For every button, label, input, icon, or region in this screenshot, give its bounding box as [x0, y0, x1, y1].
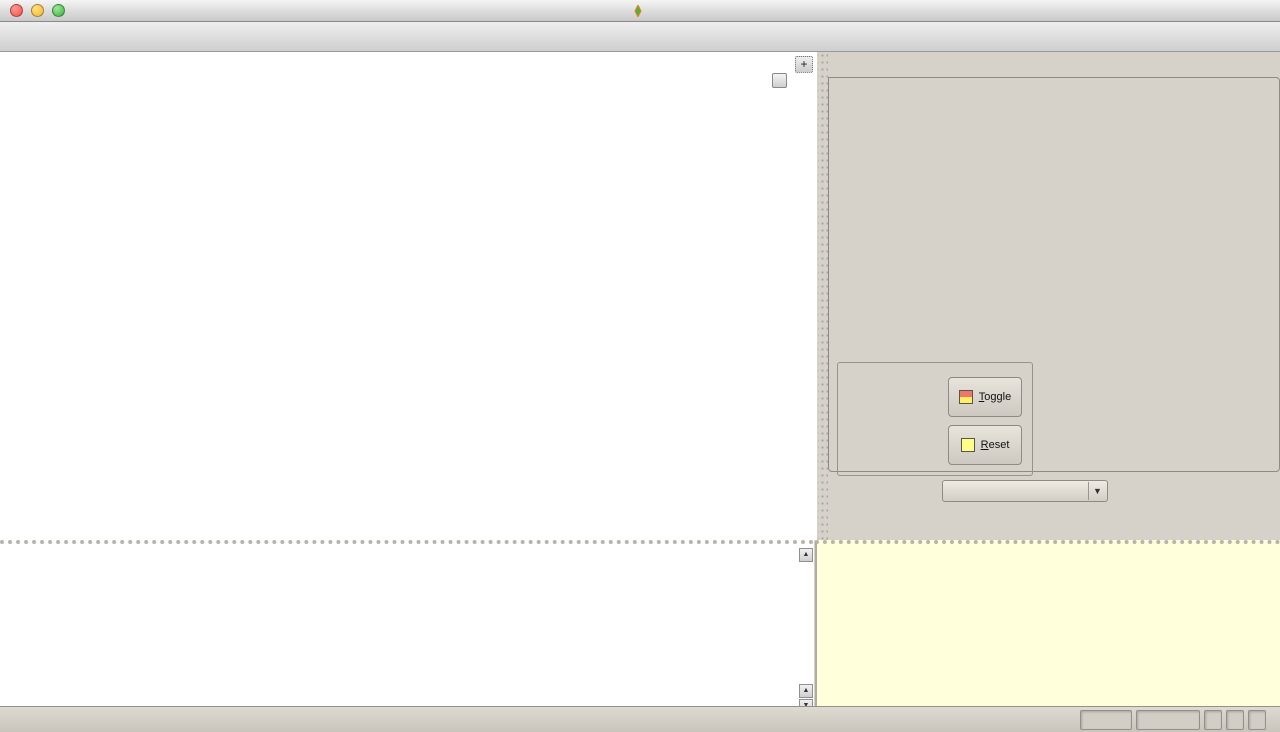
diffraction-plot-panel[interactable]: +	[0, 52, 817, 540]
reset-selection-button[interactable]: Reset	[948, 425, 1022, 465]
title-bar[interactable]	[0, 0, 1280, 22]
zoom-window-button[interactable]	[52, 4, 65, 17]
predefined-selection-dropdown[interactable]: ▼	[942, 480, 1108, 502]
toggle-button[interactable]: Toggle	[948, 377, 1022, 417]
database-info	[1226, 710, 1244, 730]
close-window-button[interactable]	[10, 4, 23, 17]
credit-text	[1248, 710, 1266, 730]
dropdown-arrow-icon: ▼	[1088, 482, 1106, 500]
element-selection-groupbox: Toggle Reset	[837, 362, 1033, 476]
toggle-swatch	[959, 390, 973, 404]
window-title	[632, 5, 649, 17]
add-view-button[interactable]: +	[795, 56, 813, 73]
scroll-up-icon[interactable]: ▲	[799, 548, 813, 562]
candidate-list-panel: ▲ ▲ ▼	[0, 540, 814, 706]
experimental-pattern-legend	[768, 73, 787, 88]
cursor-intensity-readout	[1136, 710, 1200, 730]
predefined-selection-row: ▼	[828, 480, 1280, 502]
scroll-up-icon2[interactable]: ▲	[799, 684, 813, 698]
composition-tab-body: Toggle Reset	[828, 77, 1280, 472]
close-pattern-icon[interactable]	[772, 73, 787, 88]
main-toolbar	[0, 22, 1280, 52]
vertical-splitter[interactable]	[818, 52, 828, 540]
reset-label: eset	[989, 439, 1010, 451]
match-application-window: + Toggle Reset	[0, 0, 1280, 732]
right-panel: Toggle Reset ▼	[828, 52, 1280, 540]
status-bar	[0, 706, 1280, 732]
match-logo-icon	[632, 5, 644, 17]
toggle-label: oggle	[984, 391, 1011, 403]
candidate-scrollbar[interactable]: ▲ ▲ ▼	[799, 544, 813, 704]
cursor-2theta-readout	[1080, 710, 1132, 730]
diffraction-pattern-plot[interactable]	[0, 52, 817, 540]
entries-count	[1204, 710, 1222, 730]
matched-phases-panel	[815, 540, 1280, 706]
reset-swatch	[961, 438, 975, 452]
minimize-window-button[interactable]	[31, 4, 44, 17]
